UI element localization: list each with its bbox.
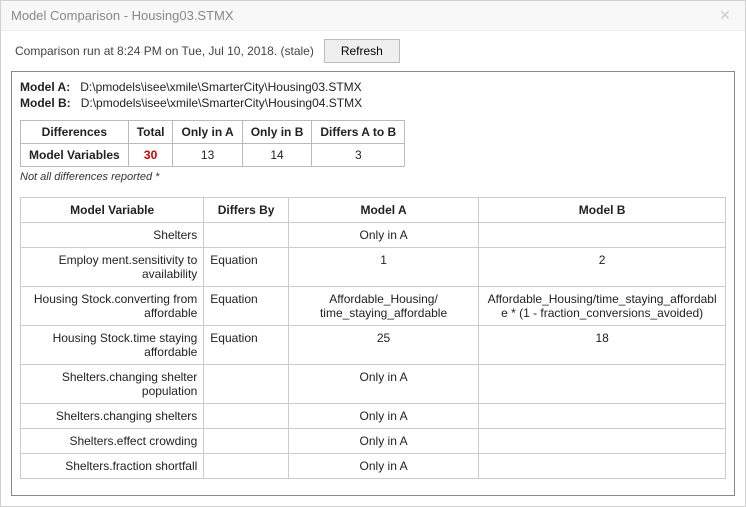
col-model-a: Model A	[288, 198, 478, 223]
cell-variable: Shelters.fraction shortfall	[21, 454, 204, 479]
summary-header-row: Differences Total Only in A Only in B Di…	[21, 121, 405, 144]
detail-header-row: Model Variable Differs By Model A Model …	[21, 198, 726, 223]
summary-only-b: 14	[242, 144, 312, 167]
content-scroll[interactable]: Model A: D:\pmodels\isee\xmile\SmarterCi…	[12, 72, 734, 495]
table-row: Shelters.effect crowding Only in A	[21, 429, 726, 454]
col-only-b: Only in B	[242, 121, 312, 144]
model-paths: Model A: D:\pmodels\isee\xmile\SmarterCi…	[20, 80, 726, 110]
refresh-button[interactable]: Refresh	[324, 39, 400, 63]
summary-total: 30	[128, 144, 173, 167]
cell-differs-by: Equation	[204, 287, 289, 326]
content-frame: Model A: D:\pmodels\isee\xmile\SmarterCi…	[11, 71, 735, 496]
summary-differs: 3	[312, 144, 405, 167]
model-b-label: Model B:	[20, 96, 71, 110]
cell-model-a: Only in A	[288, 429, 478, 454]
cell-model-a: 25	[288, 326, 478, 365]
cell-differs-by	[204, 223, 289, 248]
run-status-text: Comparison run at 8:24 PM on Tue, Jul 10…	[15, 44, 314, 58]
titlebar: Model Comparison - Housing03.STMX ✕	[1, 1, 745, 31]
table-row: Employ ment.sensitivity to availabilityE…	[21, 248, 726, 287]
col-model-b: Model B	[479, 198, 726, 223]
cell-model-a: Affordable_Housing/ time_staying_afforda…	[288, 287, 478, 326]
col-variable: Model Variable	[21, 198, 204, 223]
col-only-a: Only in A	[173, 121, 242, 144]
cell-model-b: 2	[479, 248, 726, 287]
cell-model-b	[479, 454, 726, 479]
table-row: Shelters.fraction shortfall Only in A	[21, 454, 726, 479]
col-total: Total	[128, 121, 173, 144]
table-row: Housing Stock.converting from affordable…	[21, 287, 726, 326]
status-bar: Comparison run at 8:24 PM on Tue, Jul 10…	[1, 31, 745, 71]
col-differs-by: Differs By	[204, 198, 289, 223]
table-row: Shelters Only in A	[21, 223, 726, 248]
cell-model-a: Only in A	[288, 404, 478, 429]
cell-variable: Shelters.changing shelters	[21, 404, 204, 429]
cell-model-b	[479, 404, 726, 429]
cell-differs-by	[204, 404, 289, 429]
col-differs: Differs A to B	[312, 121, 405, 144]
cell-differs-by: Equation	[204, 326, 289, 365]
footnote: Not all differences reported *	[20, 171, 726, 183]
cell-differs-by	[204, 429, 289, 454]
cell-variable: Employ ment.sensitivity to availability	[21, 248, 204, 287]
table-row: Shelters.changing shelter population Only…	[21, 365, 726, 404]
cell-variable: Housing Stock.converting from affordable	[21, 287, 204, 326]
cell-variable: Housing Stock.time staying affordable	[21, 326, 204, 365]
close-icon[interactable]: ✕	[705, 1, 745, 30]
cell-differs-by	[204, 454, 289, 479]
model-a-label: Model A:	[20, 80, 70, 94]
cell-model-a: Only in A	[288, 454, 478, 479]
cell-model-b	[479, 223, 726, 248]
table-row: Housing Stock.time staying affordableEqu…	[21, 326, 726, 365]
detail-table: Model Variable Differs By Model A Model …	[20, 197, 726, 479]
cell-model-a: Only in A	[288, 365, 478, 404]
cell-model-a: Only in A	[288, 223, 478, 248]
model-a-path: D:\pmodels\isee\xmile\SmarterCity\Housin…	[80, 80, 361, 94]
cell-differs-by	[204, 365, 289, 404]
cell-model-a: 1	[288, 248, 478, 287]
window: Model Comparison - Housing03.STMX ✕ Comp…	[0, 0, 746, 507]
model-b-path: D:\pmodels\isee\xmile\SmarterCity\Housin…	[81, 96, 362, 110]
cell-model-b: Affordable_Housing/time_staying_affordab…	[479, 287, 726, 326]
col-differences: Differences	[21, 121, 129, 144]
window-title: Model Comparison - Housing03.STMX	[11, 8, 234, 23]
summary-table: Differences Total Only in A Only in B Di…	[20, 120, 405, 167]
cell-model-b	[479, 429, 726, 454]
cell-variable: Shelters.effect crowding	[21, 429, 204, 454]
summary-data-row: Model Variables 30 13 14 3	[21, 144, 405, 167]
table-row: Shelters.changing shelters Only in A	[21, 404, 726, 429]
cell-variable: Shelters	[21, 223, 204, 248]
summary-only-a: 13	[173, 144, 242, 167]
summary-row-label: Model Variables	[21, 144, 129, 167]
cell-differs-by: Equation	[204, 248, 289, 287]
cell-model-b	[479, 365, 726, 404]
cell-model-b: 18	[479, 326, 726, 365]
cell-variable: Shelters.changing shelter population	[21, 365, 204, 404]
